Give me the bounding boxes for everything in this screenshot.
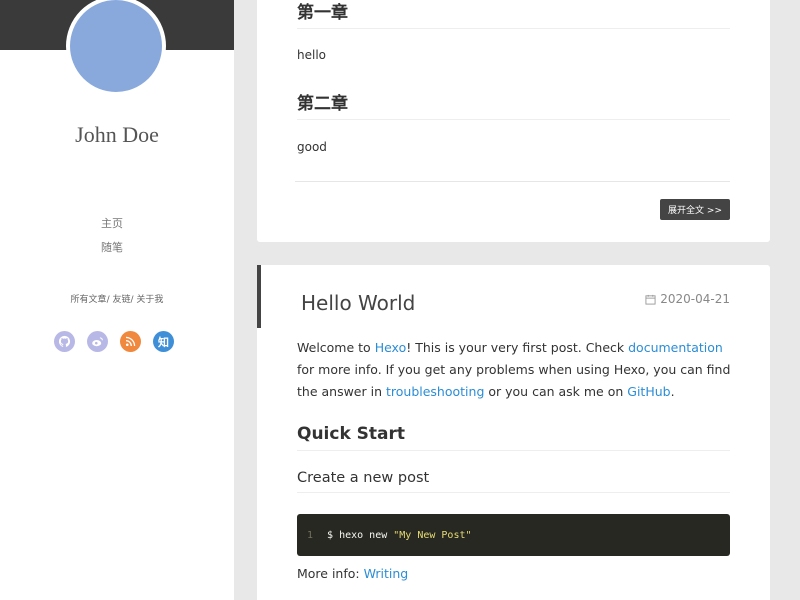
- intro-text: or you can ask me on: [484, 384, 628, 399]
- post-title[interactable]: Hello World: [301, 291, 415, 315]
- nav-link-essays[interactable]: 随笔: [0, 236, 224, 260]
- writing-link[interactable]: Writing: [364, 566, 409, 581]
- author-name[interactable]: John Doe: [0, 122, 234, 148]
- code-command: $ hexo new: [327, 529, 388, 541]
- more-info-label: More info:: [297, 566, 364, 581]
- chapter-2-heading: 第二章: [297, 89, 730, 120]
- documentation-link[interactable]: documentation: [628, 340, 723, 355]
- zhihu-icon[interactable]: 知: [153, 331, 174, 352]
- github-link[interactable]: GitHub: [627, 384, 670, 399]
- post-date: 2020-04-21: [645, 292, 730, 306]
- code-line-number: 1: [307, 529, 314, 541]
- intro-text: .: [670, 384, 675, 399]
- post-card-hello-world: Hello World 2020-04-21 Welcome to Hexo! …: [257, 265, 770, 600]
- intro-text: ! This is your very first post. Check: [406, 340, 629, 355]
- chapter-2-text: good: [297, 140, 327, 154]
- chapter-1-heading: 第一章: [297, 0, 730, 29]
- title-accent-bar: [257, 265, 261, 328]
- rss-icon[interactable]: [120, 331, 141, 352]
- more-info: More info: Writing: [297, 566, 408, 581]
- post-date-text: 2020-04-21: [660, 292, 730, 306]
- intro-paragraph: Welcome to Hexo! This is your very first…: [297, 337, 732, 403]
- all-posts-link[interactable]: 所有文章: [71, 295, 107, 305]
- weibo-icon[interactable]: [87, 331, 108, 352]
- separator: /: [130, 295, 134, 305]
- divider: [295, 181, 730, 182]
- about-me-link[interactable]: 关于我: [136, 295, 163, 305]
- sidebar: John Doe 主页 随笔 所有文章/ 友链/ 关于我 知: [0, 0, 234, 600]
- troubleshooting-link[interactable]: troubleshooting: [386, 384, 484, 399]
- code-block: 1 $ hexo new "My New Post": [297, 514, 730, 556]
- read-more-button[interactable]: 展开全文 >>: [660, 199, 730, 220]
- github-icon[interactable]: [54, 331, 75, 352]
- code-string: "My New Post": [393, 529, 472, 541]
- quick-start-heading: Quick Start: [297, 424, 730, 451]
- nav-link-home[interactable]: 主页: [0, 212, 224, 236]
- hexo-link[interactable]: Hexo: [375, 340, 407, 355]
- post-card-previous: 第一章 hello 第二章 good 展开全文 >>: [257, 0, 770, 242]
- sub-links: 所有文章/ 友链/ 关于我: [0, 292, 234, 305]
- chapter-1-text: hello: [297, 48, 326, 62]
- friend-links-link[interactable]: 友链: [112, 295, 130, 305]
- intro-text: Welcome to: [297, 340, 375, 355]
- social-links: 知: [54, 331, 174, 352]
- separator: /: [106, 295, 110, 305]
- avatar[interactable]: [66, 0, 166, 96]
- calendar-icon: [645, 294, 656, 305]
- create-post-heading: Create a new post: [297, 470, 730, 493]
- nav-menu: 主页 随笔: [0, 212, 224, 260]
